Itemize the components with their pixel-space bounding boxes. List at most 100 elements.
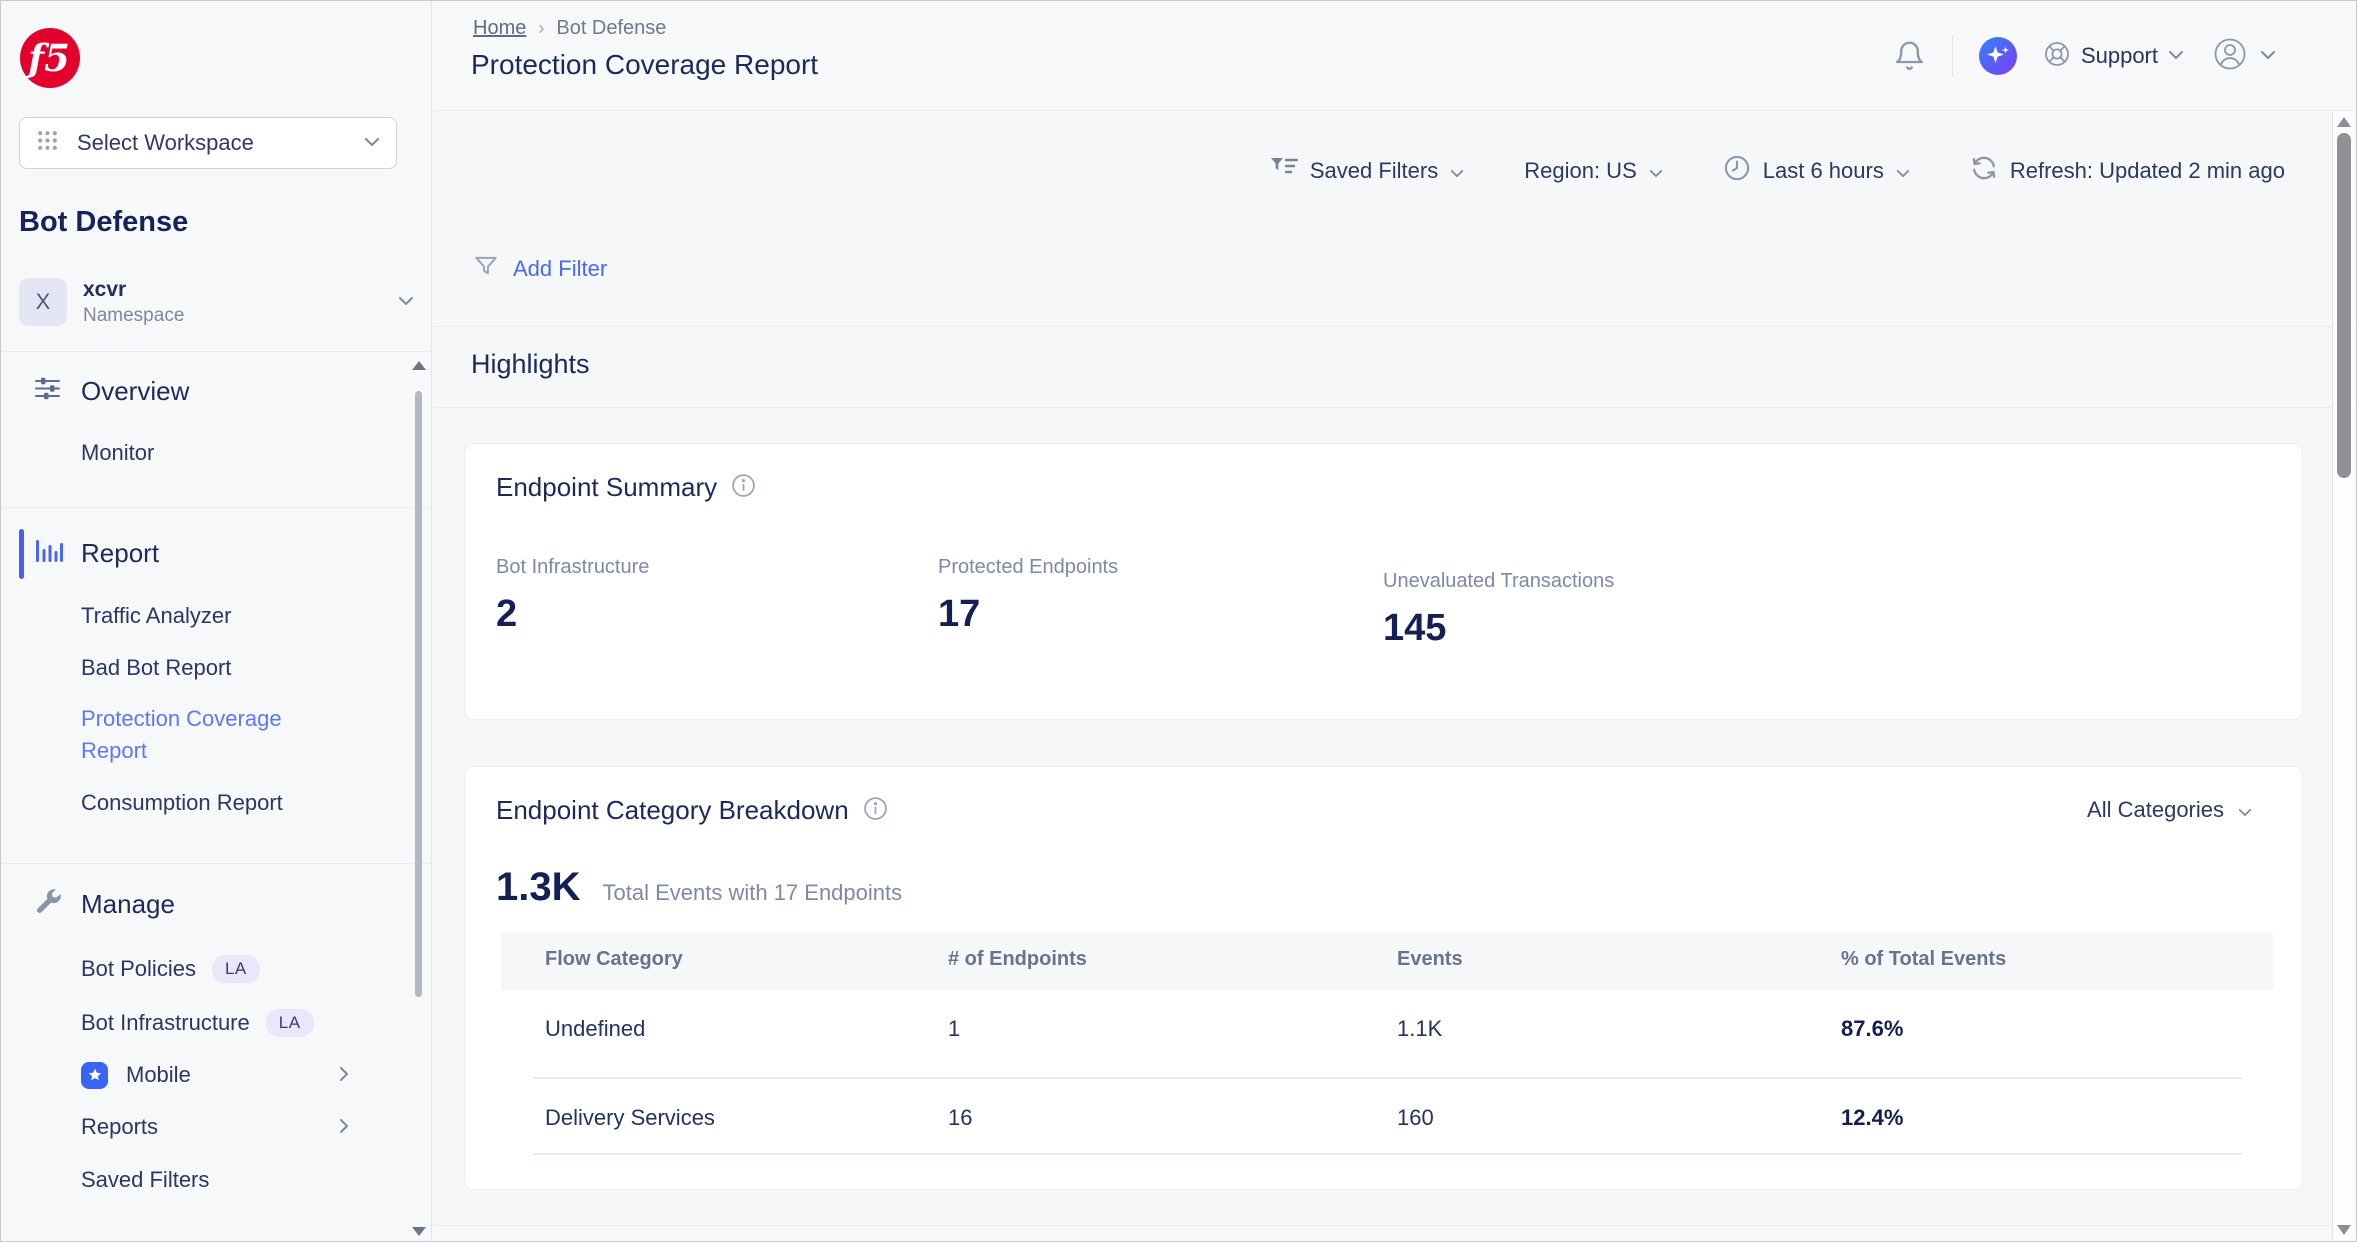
breadcrumb-home-link[interactable]: Home xyxy=(473,17,526,40)
namespace-avatar: X xyxy=(19,278,67,326)
chevron-down-icon xyxy=(1649,158,1663,184)
workspace-selector[interactable]: Select Workspace xyxy=(19,117,397,169)
product-title: Bot Defense xyxy=(19,206,188,239)
sidebar-item-traffic-analyzer[interactable]: Traffic Analyzer xyxy=(81,600,401,632)
sidebar-item-mobile[interactable]: Mobile xyxy=(81,1059,401,1091)
workspace-selector-label: Select Workspace xyxy=(77,130,364,156)
sidebar-divider xyxy=(1,507,432,508)
ai-assistant-icon[interactable] xyxy=(1979,37,2017,75)
sidebar-item-monitor[interactable]: Monitor xyxy=(81,437,401,469)
lifebuoy-icon xyxy=(2043,40,2071,73)
endpoint-summary-title: Endpoint Summary xyxy=(496,472,717,503)
add-filter-button[interactable]: Add Filter xyxy=(473,241,607,297)
chevron-right-icon xyxy=(339,1114,349,1140)
sidebar-item-bot-policies[interactable]: Bot Policies LA xyxy=(81,953,401,985)
sidebar-item-label: Bad Bot Report xyxy=(81,652,231,684)
namespace-type-label: Namespace xyxy=(83,305,398,327)
saved-filters-dropdown[interactable]: Saved Filters xyxy=(1270,157,1464,185)
chevron-down-icon xyxy=(1450,158,1464,184)
sidebar-item-consumption-report[interactable]: Consumption Report xyxy=(81,787,401,819)
sidebar-item-report[interactable]: Report xyxy=(1,527,411,579)
sidebar-item-label: Reports xyxy=(81,1111,158,1143)
sidebar-item-label: Protection Coverage Report xyxy=(81,703,331,767)
metric-value: 2 xyxy=(496,593,649,636)
sidebar-item-bad-bot-report[interactable]: Bad Bot Report xyxy=(81,652,401,684)
refresh-button[interactable]: Refresh: Updated 2 min ago xyxy=(1970,154,2285,188)
sidebar-scroll-up-arrow[interactable] xyxy=(412,361,426,370)
sidebar-scrollbar-thumb[interactable] xyxy=(415,391,422,997)
row-separator xyxy=(533,1153,2242,1155)
page-title: Protection Coverage Report xyxy=(471,49,818,81)
section-divider xyxy=(433,407,2356,408)
bar-chart-icon xyxy=(34,536,64,571)
limited-availability-badge: LA xyxy=(266,1009,314,1037)
chevron-down-icon xyxy=(2168,47,2184,65)
chevron-down-icon xyxy=(1896,158,1910,184)
table-row: Delivery Services 16 160 12.4% xyxy=(501,1079,2273,1153)
chevron-right-icon xyxy=(339,1062,349,1088)
refresh-status-label: Refresh: Updated 2 min ago xyxy=(2010,158,2285,184)
support-label: Support xyxy=(2081,43,2158,69)
filter-list-icon xyxy=(1270,157,1298,185)
main-scrollbar[interactable] xyxy=(2332,111,2355,1240)
namespace-selector[interactable]: X xcvr Namespace xyxy=(19,273,414,331)
cell-flow-category: Undefined xyxy=(545,1016,645,1042)
scroll-down-arrow[interactable] xyxy=(2337,1225,2351,1235)
main-scrollbar-thumb[interactable] xyxy=(2337,133,2351,478)
support-menu[interactable]: Support xyxy=(2043,40,2184,73)
endpoint-summary-card: Endpoint Summary Bot Infrastructure 2 Pr… xyxy=(464,443,2303,720)
breadcrumb-current: Bot Defense xyxy=(556,17,666,40)
scroll-up-arrow[interactable] xyxy=(2337,117,2351,127)
region-label: Region: US xyxy=(1524,158,1637,184)
region-dropdown[interactable]: Region: US xyxy=(1524,158,1663,184)
column-header-percent: % of Total Events xyxy=(1841,948,2006,971)
table-header-row: Flow Category # of Endpoints Events % of… xyxy=(501,932,2273,990)
sidebar-item-bot-infrastructure[interactable]: Bot Infrastructure LA xyxy=(81,1007,401,1039)
filter-bar: Saved Filters Region: US Last 6 hours xyxy=(1270,131,2285,211)
chevron-down-icon xyxy=(398,293,414,311)
sidebar-item-label: Overview xyxy=(81,376,189,407)
metric-label: Bot Infrastructure xyxy=(496,556,649,579)
metric-value: 17 xyxy=(938,593,1118,636)
info-icon[interactable] xyxy=(863,796,888,826)
sidebar-scroll-down-arrow[interactable] xyxy=(412,1227,426,1236)
sidebar-item-saved-filters[interactable]: Saved Filters xyxy=(81,1164,401,1196)
add-filter-label: Add Filter xyxy=(513,256,607,282)
grid-icon xyxy=(36,129,59,157)
cell-percent: 12.4% xyxy=(1841,1105,1903,1131)
sidebar-item-label: Saved Filters xyxy=(81,1164,209,1196)
sidebar-item-label: Report xyxy=(81,538,159,569)
clock-icon xyxy=(1723,154,1751,188)
category-breakdown-title: Endpoint Category Breakdown xyxy=(496,795,849,826)
category-breakdown-header: Endpoint Category Breakdown xyxy=(496,795,888,826)
sidebar-item-label: Bot Infrastructure xyxy=(81,1007,250,1039)
info-icon[interactable] xyxy=(731,473,756,503)
f5-logo-text: f5 xyxy=(25,36,70,80)
highlights-heading: Highlights xyxy=(471,349,590,380)
time-range-label: Last 6 hours xyxy=(1763,158,1884,184)
sidebar-item-reports[interactable]: Reports xyxy=(81,1111,401,1143)
wrench-icon xyxy=(34,888,62,921)
metric-protected-endpoints: Protected Endpoints 17 xyxy=(938,556,1118,636)
bottom-scroll-strip xyxy=(433,1225,2356,1241)
sidebar-item-label: Mobile xyxy=(126,1059,191,1091)
category-filter-dropdown[interactable]: All Categories xyxy=(2087,797,2252,823)
sidebar-item-overview[interactable]: Overview xyxy=(1,365,411,417)
user-icon xyxy=(2210,34,2250,79)
chevron-down-icon xyxy=(2238,797,2252,823)
refresh-icon xyxy=(1970,154,1998,188)
account-menu[interactable] xyxy=(2210,34,2276,79)
column-header-flow-category: Flow Category xyxy=(545,948,683,971)
metric-value: 145 xyxy=(1383,607,1614,650)
notifications-bell-icon[interactable] xyxy=(1893,39,1926,74)
endpoint-category-breakdown-card: Endpoint Category Breakdown All Categori… xyxy=(464,766,2303,1190)
sidebar-item-label: Monitor xyxy=(81,437,154,469)
sidebar-divider xyxy=(1,863,432,864)
section-divider xyxy=(433,326,2356,327)
sidebar-item-label: Consumption Report xyxy=(81,787,283,819)
f5-logo[interactable]: f5 xyxy=(19,27,81,94)
sidebar-item-manage[interactable]: Manage xyxy=(1,878,411,930)
sidebar-item-protection-coverage-report[interactable]: Protection Coverage Report xyxy=(81,703,401,767)
sidebar: f5 Select Workspace Bot Defense X xcvr N… xyxy=(1,1,432,1241)
time-range-dropdown[interactable]: Last 6 hours xyxy=(1723,154,1910,188)
